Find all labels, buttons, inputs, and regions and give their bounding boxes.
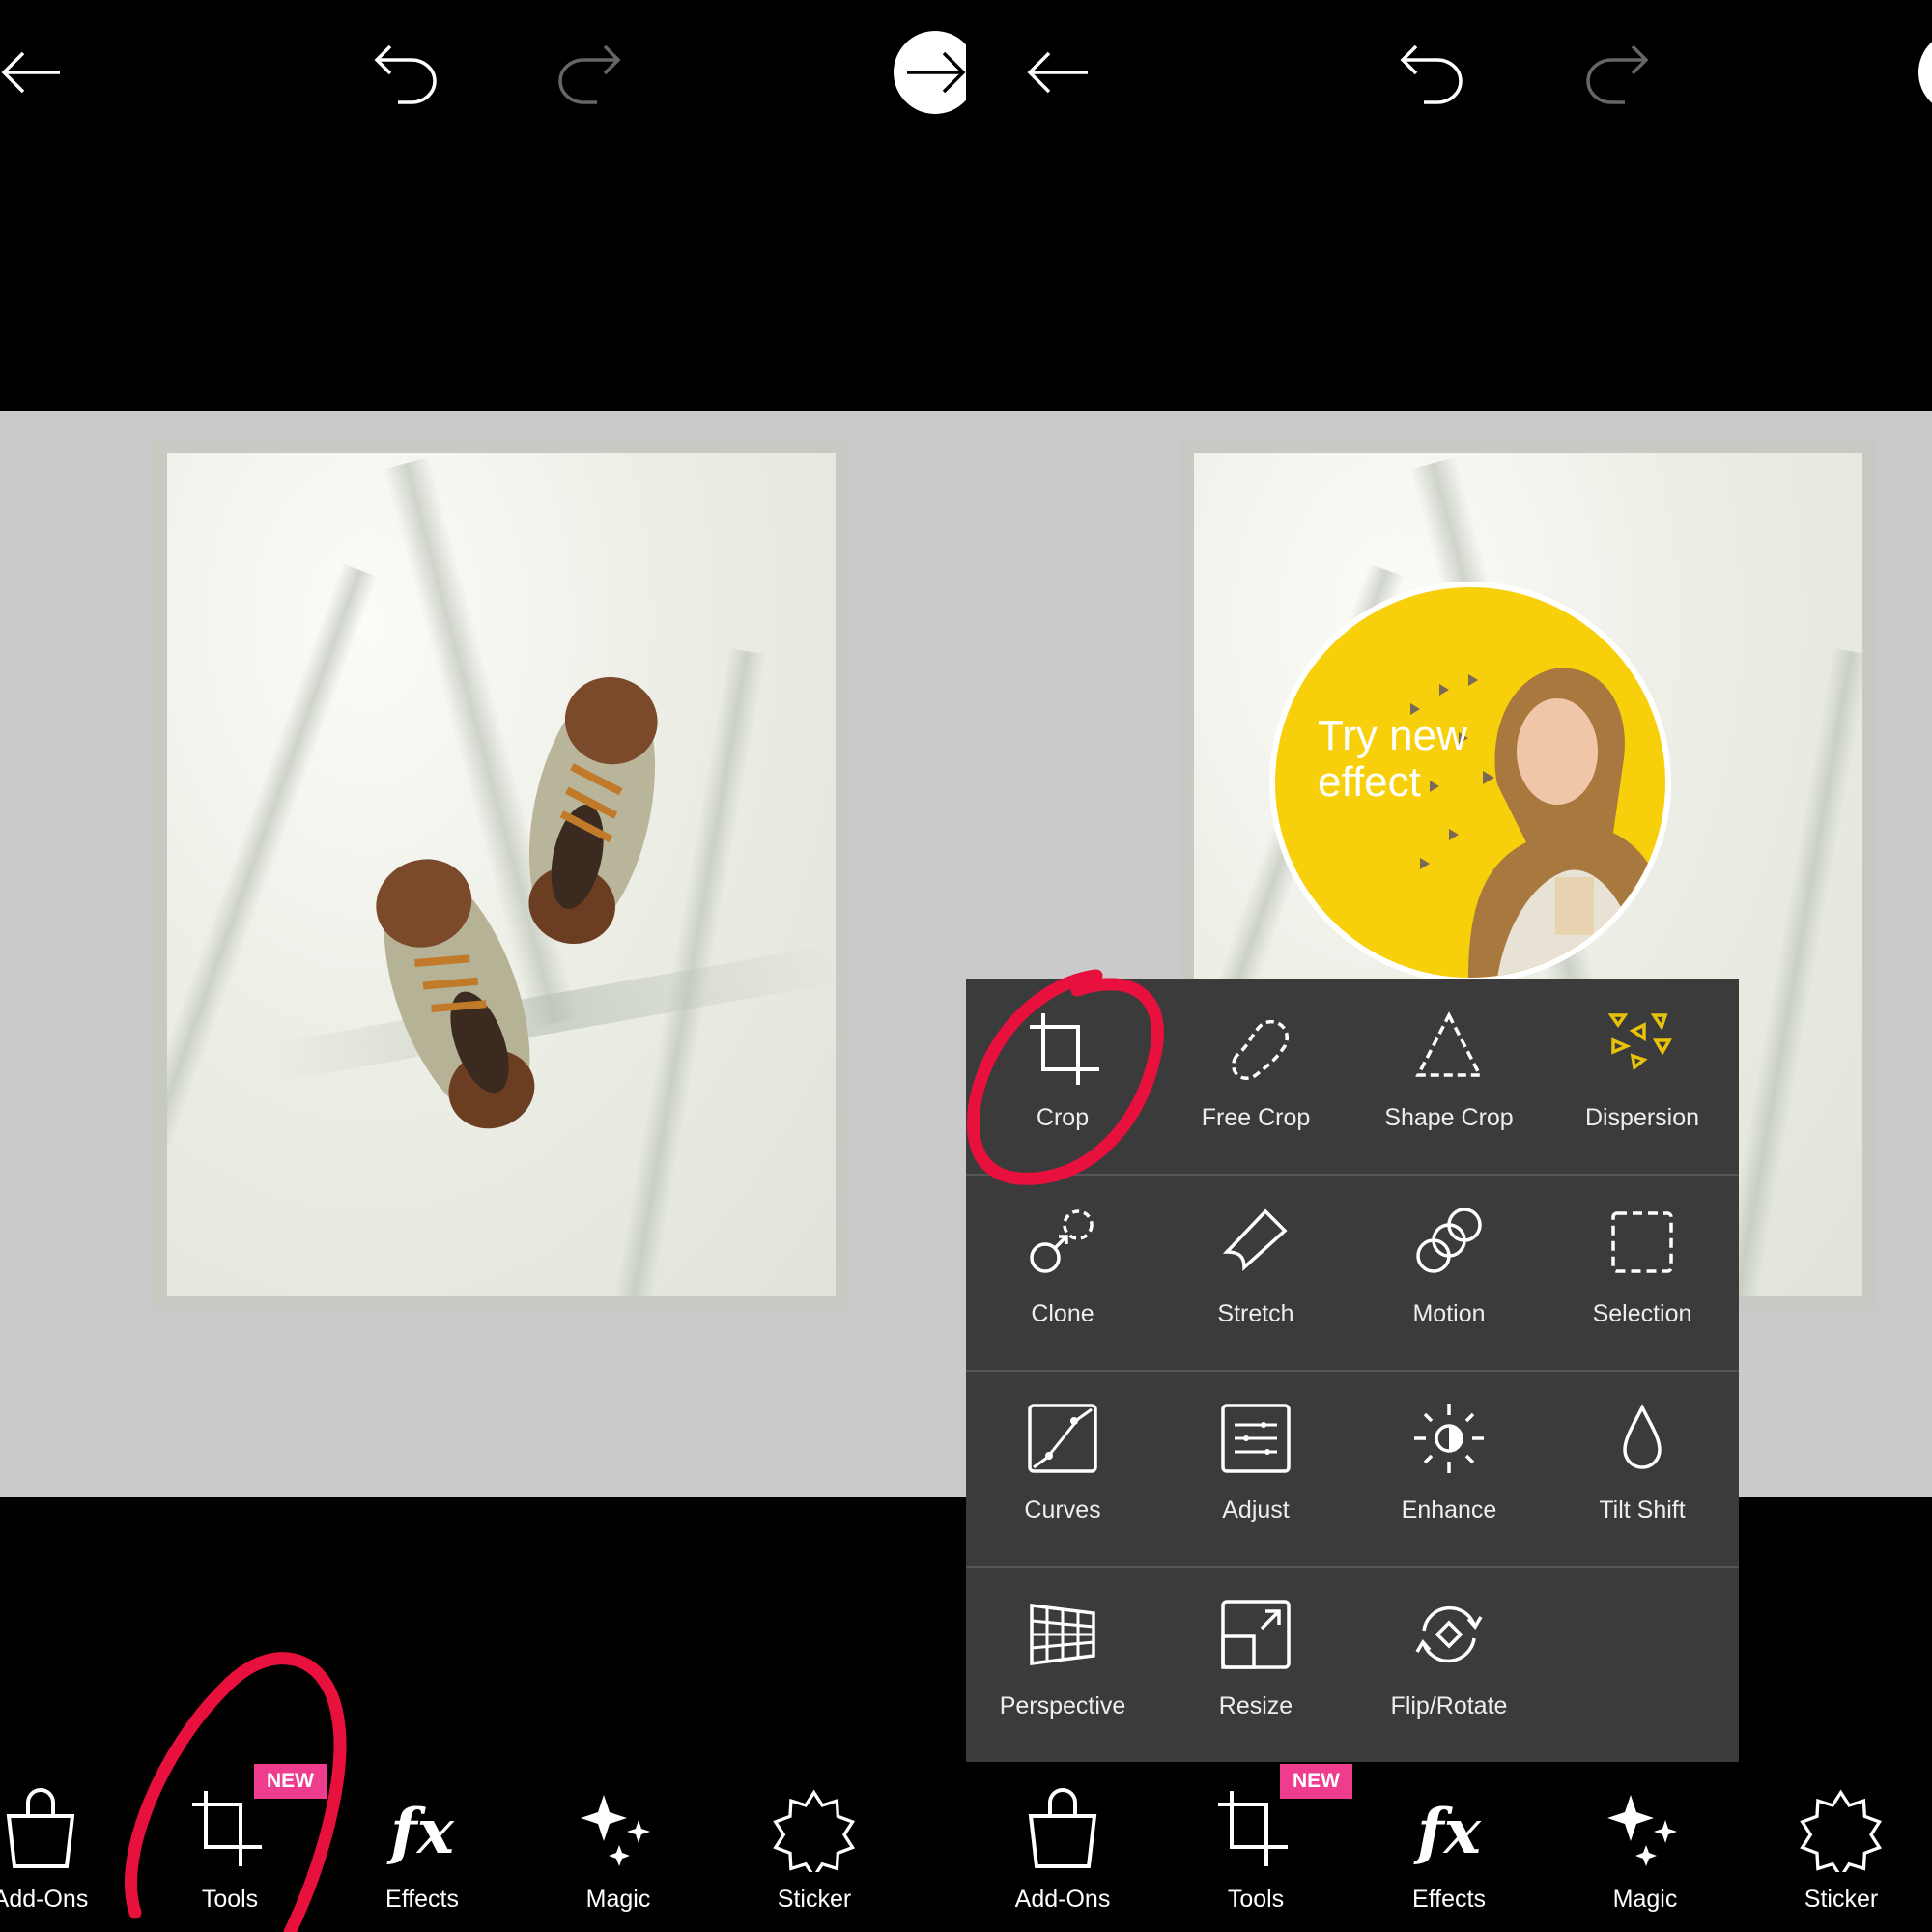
tool-label: Stretch bbox=[1217, 1300, 1294, 1327]
tool-tilt-shift[interactable]: Tilt Shift bbox=[1546, 1371, 1739, 1567]
new-badge: NEW bbox=[1280, 1764, 1352, 1799]
stretch-icon bbox=[1222, 1208, 1288, 1271]
tool-label: Dispersion bbox=[1584, 1104, 1700, 1131]
back-arrow-icon[interactable] bbox=[1024, 48, 1092, 97]
perspective-icon bbox=[1030, 1604, 1095, 1665]
fx-icon: fx bbox=[386, 1796, 455, 1868]
free-crop-icon bbox=[1232, 1019, 1289, 1080]
tool-selection[interactable]: Selection bbox=[1546, 1175, 1739, 1371]
nav-label: Magic bbox=[585, 1886, 651, 1913]
top-bar bbox=[0, 0, 966, 411]
nav-label: Effects bbox=[1412, 1886, 1486, 1913]
tool-dispersion[interactable]: Dispersion bbox=[1546, 979, 1739, 1175]
tool-flip-rotate[interactable]: Flip/Rotate bbox=[1352, 1567, 1546, 1763]
nav-add-ons[interactable]: Add-Ons bbox=[985, 1777, 1140, 1932]
nav-tools[interactable]: Tools bbox=[153, 1777, 307, 1932]
tool-enhance[interactable]: Enhance bbox=[1352, 1371, 1546, 1567]
shoes-image bbox=[376, 676, 658, 1129]
promo-text: Try new effect bbox=[1318, 712, 1467, 806]
nav-label: Sticker bbox=[777, 1886, 852, 1913]
nav-tools[interactable]: Tools bbox=[1179, 1777, 1333, 1932]
sticker-icon bbox=[1800, 1789, 1883, 1872]
top-bar bbox=[966, 0, 1932, 411]
tool-motion[interactable]: Motion bbox=[1352, 1175, 1546, 1371]
selection-icon bbox=[1611, 1211, 1673, 1273]
photo-shoes bbox=[167, 453, 836, 1296]
svg-text:fx: fx bbox=[1413, 1796, 1482, 1868]
back-arrow-icon[interactable] bbox=[0, 48, 68, 97]
tool-perspective[interactable]: Perspective bbox=[966, 1567, 1159, 1763]
clone-icon bbox=[1030, 1209, 1094, 1273]
tool-label: Flip/Rotate bbox=[1390, 1692, 1508, 1719]
new-badge: NEW bbox=[254, 1764, 327, 1799]
tool-curves[interactable]: Curves bbox=[966, 1371, 1159, 1567]
crop-icon bbox=[1030, 1013, 1099, 1085]
curves-icon bbox=[1028, 1404, 1097, 1473]
shopping-bag-icon bbox=[1028, 1788, 1097, 1868]
nav-add-ons[interactable]: Add-Ons bbox=[0, 1777, 118, 1932]
tool-clone[interactable]: Clone bbox=[966, 1175, 1159, 1371]
tool-resize[interactable]: Resize bbox=[1159, 1567, 1352, 1763]
nav-effects[interactable]: fx Effects bbox=[345, 1777, 499, 1932]
redo-icon bbox=[553, 43, 622, 106]
promo-try-new-effect[interactable]: Try new effect bbox=[1269, 582, 1671, 983]
tools-menu: Crop Free Crop Shape Crop Dispersion Clone St… bbox=[966, 979, 1739, 1762]
nav-label: Add-Ons bbox=[0, 1886, 89, 1913]
motion-icon bbox=[1416, 1208, 1482, 1273]
nav-label: Tools bbox=[1227, 1886, 1285, 1913]
nav-effects[interactable]: fx Effects bbox=[1372, 1777, 1526, 1932]
tool-adjust[interactable]: Adjust bbox=[1159, 1371, 1352, 1567]
tool-label: Crop bbox=[1036, 1104, 1090, 1131]
nav-label: Tools bbox=[201, 1886, 259, 1913]
nav-label: Magic bbox=[1612, 1886, 1678, 1913]
tool-crop[interactable]: Crop bbox=[966, 979, 1159, 1175]
flip-rotate-icon bbox=[1415, 1605, 1483, 1663]
tool-label: Curves bbox=[1024, 1496, 1101, 1523]
tool-label: Selection bbox=[1592, 1300, 1692, 1327]
nav-sticker[interactable]: Sticker bbox=[737, 1777, 892, 1932]
tool-label: Clone bbox=[1031, 1300, 1094, 1327]
nav-label: Effects bbox=[385, 1886, 459, 1913]
tool-label: Shape Crop bbox=[1384, 1104, 1514, 1131]
shape-crop-icon bbox=[1415, 1011, 1483, 1077]
sticker-icon bbox=[773, 1789, 856, 1872]
nav-label: Sticker bbox=[1804, 1886, 1879, 1913]
tool-shape-crop[interactable]: Shape Crop bbox=[1352, 979, 1546, 1175]
dispersion-icon bbox=[1607, 1013, 1673, 1071]
tilt-shift-icon bbox=[1623, 1404, 1662, 1469]
editor-panel-left bbox=[0, 0, 966, 1932]
sparkles-icon bbox=[1607, 1795, 1677, 1866]
sparkles-icon bbox=[581, 1795, 650, 1866]
tool-label: Enhance bbox=[1401, 1496, 1497, 1523]
svg-text:fx: fx bbox=[386, 1796, 455, 1868]
tool-free-crop[interactable]: Free Crop bbox=[1159, 979, 1352, 1175]
undo-icon[interactable] bbox=[373, 43, 442, 106]
next-button[interactable] bbox=[894, 31, 966, 114]
undo-icon[interactable] bbox=[1399, 43, 1468, 106]
tool-label: Perspective bbox=[999, 1692, 1126, 1719]
enhance-icon bbox=[1414, 1404, 1484, 1473]
tool-label: Resize bbox=[1218, 1692, 1293, 1719]
tool-label: Motion bbox=[1412, 1300, 1486, 1327]
tool-label: Adjust bbox=[1222, 1496, 1290, 1523]
redo-icon bbox=[1580, 43, 1650, 106]
tool-label: Free Crop bbox=[1201, 1104, 1311, 1131]
fx-icon: fx bbox=[1413, 1796, 1482, 1868]
nav-magic[interactable]: Magic bbox=[1568, 1777, 1722, 1932]
tool-stretch[interactable]: Stretch bbox=[1159, 1175, 1352, 1371]
next-button[interactable] bbox=[1918, 31, 1932, 114]
nav-magic[interactable]: Magic bbox=[541, 1777, 696, 1932]
nav-sticker[interactable]: Sticker bbox=[1764, 1777, 1918, 1932]
image-canvas[interactable] bbox=[0, 411, 966, 1497]
nav-label: Add-Ons bbox=[1014, 1886, 1111, 1913]
shopping-bag-icon bbox=[6, 1788, 75, 1868]
resize-icon bbox=[1221, 1600, 1291, 1669]
adjust-icon bbox=[1221, 1404, 1291, 1473]
tool-label: Tilt Shift bbox=[1599, 1496, 1686, 1523]
